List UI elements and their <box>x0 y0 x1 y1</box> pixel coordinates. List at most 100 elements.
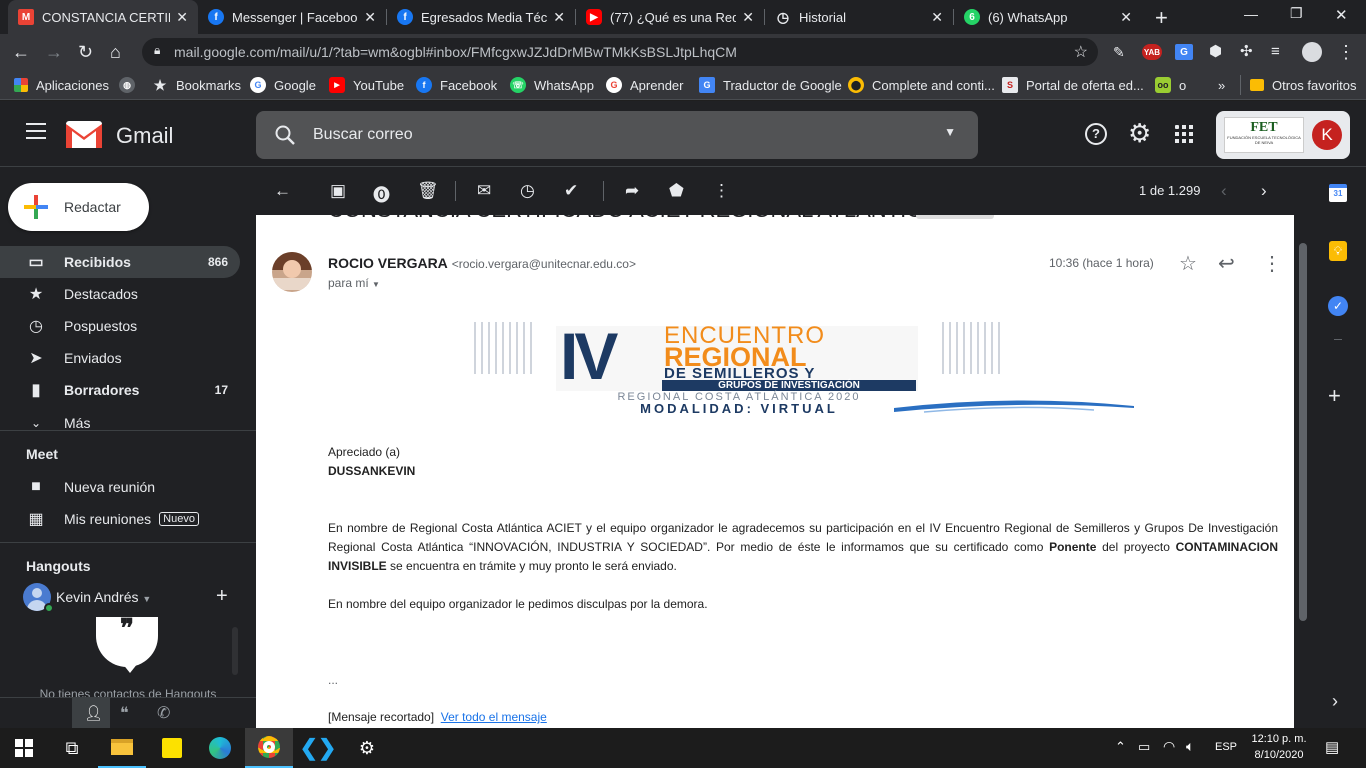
bookmark-other[interactable]: Otros favoritos <box>1250 75 1357 95</box>
expand-panel-chevron-icon[interactable]: › <box>1332 691 1338 712</box>
tab-gmail[interactable]: M CONSTANCIA CERTIFICA ✕ <box>8 0 198 34</box>
add-contact-icon[interactable]: + <box>216 585 228 608</box>
gmail-logo-icon[interactable] <box>66 121 102 148</box>
delete-icon[interactable]: 🗑︎ <box>417 181 439 201</box>
avatar[interactable]: K <box>1312 120 1342 150</box>
more-vert-icon[interactable]: ⋮ <box>1262 251 1282 276</box>
reload-icon[interactable]: ↻ <box>78 42 93 62</box>
hangouts-user-name[interactable]: Kevin Andrés ▼ <box>56 589 151 605</box>
close-icon[interactable]: ✕ <box>364 9 376 26</box>
close-icon[interactable]: ✕ <box>553 9 565 26</box>
sidebar-item-snoozed[interactable]: ◷ Pospuestos <box>0 310 240 342</box>
keep-icon[interactable]: 💡︎ <box>1329 241 1347 261</box>
calendar-icon[interactable]: 31 <box>1329 184 1347 202</box>
chat-quote-icon[interactable]: ❝ <box>120 703 129 723</box>
bookmark-portal[interactable]: S Portal de oferta ed... <box>1002 75 1144 95</box>
phone-icon[interactable]: ✆ <box>157 703 170 723</box>
newer-chevron-icon[interactable]: ‹ <box>1221 181 1227 201</box>
sender-avatar[interactable] <box>272 252 312 292</box>
cube-extension-icon[interactable]: ⬢ <box>1209 42 1222 62</box>
bookmark-o[interactable]: oo o <box>1155 75 1186 95</box>
windows-start-icon[interactable] <box>0 728 48 768</box>
reply-icon[interactable]: ↩ <box>1218 251 1235 276</box>
hangouts-scrollbar[interactable] <box>232 627 238 675</box>
star-icon[interactable]: ☆ <box>1074 42 1088 62</box>
recipients-toggle[interactable]: para mí ▼ <box>328 276 380 290</box>
volume-icon[interactable]: 🔈︎ <box>1186 738 1194 755</box>
more-options-icon[interactable]: ⋮ <box>713 181 730 201</box>
settings-taskbar-icon[interactable]: ⚙ <box>343 728 391 768</box>
close-icon[interactable]: ✕ <box>931 9 943 26</box>
sidebar-item-inbox[interactable]: ▭ Recibidos 866 <box>0 246 240 278</box>
gmail-title[interactable]: Gmail <box>116 123 173 149</box>
snooze-icon[interactable]: ◷ <box>520 181 535 201</box>
search-options-icon[interactable]: ▼ <box>944 125 956 139</box>
system-clock[interactable]: 12:10 p. m. 8/10/2020 <box>1245 731 1313 763</box>
forward-icon[interactable]: → <box>45 42 63 62</box>
compose-button[interactable]: Redactar <box>8 183 149 231</box>
tab-egresados[interactable]: f Egresados Media Técnic ✕ <box>387 0 575 34</box>
vscode-icon[interactable]: ❮❯ <box>294 728 342 768</box>
tasks-icon[interactable]: ✓ <box>1328 296 1348 316</box>
wifi-icon[interactable]: ◠ <box>1163 738 1175 755</box>
mark-unread-icon[interactable]: ✉ <box>477 181 491 201</box>
extension-yab-icon[interactable]: YAB <box>1142 44 1162 60</box>
bookmark-globe[interactable]: ◍ <box>119 75 143 95</box>
add-task-icon[interactable]: ✔ <box>564 181 578 201</box>
bookmark-complete[interactable]: ⬤ Complete and conti... <box>848 75 995 95</box>
action-center-icon[interactable]: ▤ <box>1325 738 1339 756</box>
show-hidden-icons-chevron-icon[interactable]: ⌃ <box>1115 739 1126 755</box>
search-icon[interactable] <box>274 124 296 146</box>
get-addons-icon[interactable]: + <box>1328 383 1341 409</box>
help-icon[interactable]: ? <box>1085 123 1107 145</box>
profile-avatar[interactable] <box>1302 42 1322 62</box>
inbox-label-chip[interactable] <box>916 215 994 219</box>
window-close-icon[interactable]: ✕ <box>1335 6 1348 24</box>
sidebar-item-more[interactable]: ⌄ Más <box>0 407 240 439</box>
tab-youtube[interactable]: ▶ (77) ¿Qué es una Red N ✕ <box>576 0 764 34</box>
google-apps-icon[interactable] <box>1175 125 1193 143</box>
mail-scrollbar-thumb[interactable] <box>1299 243 1307 621</box>
back-to-inbox-icon[interactable]: ← <box>274 181 291 201</box>
report-spam-icon[interactable]: ⓿ <box>373 181 390 206</box>
tab-whatsapp[interactable]: 6 (6) WhatsApp ✕ <box>954 0 1142 34</box>
new-tab-icon[interactable]: + <box>1155 5 1168 31</box>
minimize-icon[interactable]: — <box>1244 6 1258 22</box>
menu-dots-icon[interactable]: ⋮ <box>1337 42 1355 62</box>
restore-icon[interactable]: ❐ <box>1290 5 1303 22</box>
task-view-icon[interactable]: ⧉ <box>48 728 96 768</box>
sidebar-item-drafts[interactable]: ▮ Borradores 17 <box>0 374 240 406</box>
view-entire-message-link[interactable]: Ver todo el mensaje <box>441 710 547 724</box>
sidebar-item-starred[interactable]: ★ Destacados <box>0 278 240 310</box>
bookmark-bookmarks[interactable]: ★ Bookmarks <box>152 75 241 95</box>
label-icon[interactable]: ⬟ <box>669 181 684 201</box>
tab-messenger[interactable]: f Messenger | Facebook ✕ <box>198 0 386 34</box>
search-bar[interactable]: Buscar correo ▼ <box>256 111 978 159</box>
sticky-notes-icon[interactable] <box>148 728 196 768</box>
account-switcher[interactable]: FET FUNDACIÓN ESCUELA TECNOLÓGICA DE NEI… <box>1216 111 1350 159</box>
archive-icon[interactable]: ▣ <box>330 181 346 201</box>
bookmark-apps[interactable]: Aplicaciones <box>14 75 109 95</box>
bookmark-aprender[interactable]: G Aprender <box>606 75 683 95</box>
back-icon[interactable]: ← <box>12 42 30 62</box>
settings-gear-icon[interactable]: ⚙ <box>1128 118 1151 149</box>
edge-browser-icon[interactable] <box>196 728 244 768</box>
sender-name[interactable]: ROCIO VERGARA <box>328 255 448 271</box>
address-bar[interactable]: 🔒︎ mail.google.com/mail/u/1/?tab=wm&ogbl… <box>142 38 1098 66</box>
bookmark-facebook[interactable]: f Facebook <box>416 75 497 95</box>
star-icon[interactable]: ☆ <box>1179 251 1197 276</box>
media-control-icon[interactable]: ≡ <box>1271 42 1280 62</box>
search-input[interactable]: Buscar correo <box>313 126 413 144</box>
more-bookmarks-icon[interactable]: » <box>1218 75 1225 95</box>
older-chevron-icon[interactable]: › <box>1261 181 1267 201</box>
move-to-icon[interactable]: ➦ <box>625 181 639 201</box>
chrome-taskbar-icon[interactable] <box>245 728 293 768</box>
sidebar-item-sent[interactable]: ➤ Enviados <box>0 342 240 374</box>
bookmark-whatsapp[interactable]: ☏ WhatsApp <box>510 75 594 95</box>
close-icon[interactable]: ✕ <box>742 9 754 26</box>
translate-extension-icon[interactable]: G <box>1175 44 1193 60</box>
tab-historial[interactable]: ◷ Historial ✕ <box>765 0 953 34</box>
bookmark-translate[interactable]: G Traductor de Google <box>699 75 842 95</box>
trimmed-content-ellipsis[interactable]: ... <box>328 671 1278 690</box>
close-icon[interactable]: ✕ <box>1120 9 1132 26</box>
